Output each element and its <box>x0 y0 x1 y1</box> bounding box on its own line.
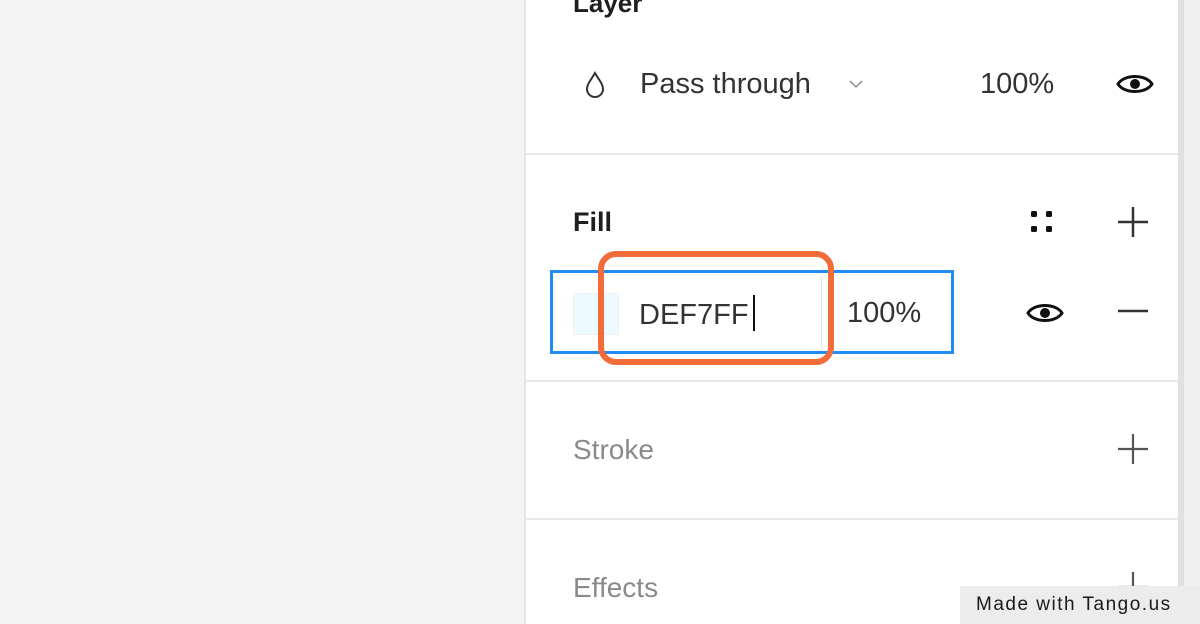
layer-section: Layer Pass through 100% <box>526 0 1178 155</box>
highlight-annotation <box>598 251 834 365</box>
stroke-section: Stroke <box>526 382 1178 520</box>
add-fill-plus-icon[interactable] <box>1116 205 1150 239</box>
fill-opacity-input[interactable]: 100% <box>847 297 921 330</box>
scrollbar-thumb[interactable] <box>1178 0 1200 624</box>
styles-grid-icon[interactable] <box>1028 208 1056 236</box>
layer-section-title: Layer <box>573 0 643 18</box>
canvas-area[interactable] <box>0 0 524 624</box>
drop-icon <box>585 70 605 98</box>
chevron-down-icon[interactable] <box>848 78 864 90</box>
panel-scrollbar[interactable] <box>1178 0 1200 624</box>
effects-section-title: Effects <box>573 572 659 603</box>
fill-section: Fill 100% <box>526 155 1178 382</box>
add-stroke-plus-icon[interactable] <box>1116 432 1150 466</box>
tango-watermark: Made with Tango.us <box>960 586 1200 624</box>
eye-icon[interactable] <box>1026 299 1064 327</box>
eye-icon[interactable] <box>1116 70 1154 98</box>
blend-mode-dropdown[interactable]: Pass through <box>640 68 811 101</box>
properties-panel: Layer Pass through 100% Fill DEF7FF 100%… <box>524 0 1178 624</box>
stroke-section-title: Stroke <box>573 434 654 465</box>
minus-icon[interactable] <box>1116 294 1150 328</box>
layer-opacity-input[interactable]: 100% <box>980 68 1054 101</box>
fill-section-title: Fill <box>573 207 612 237</box>
